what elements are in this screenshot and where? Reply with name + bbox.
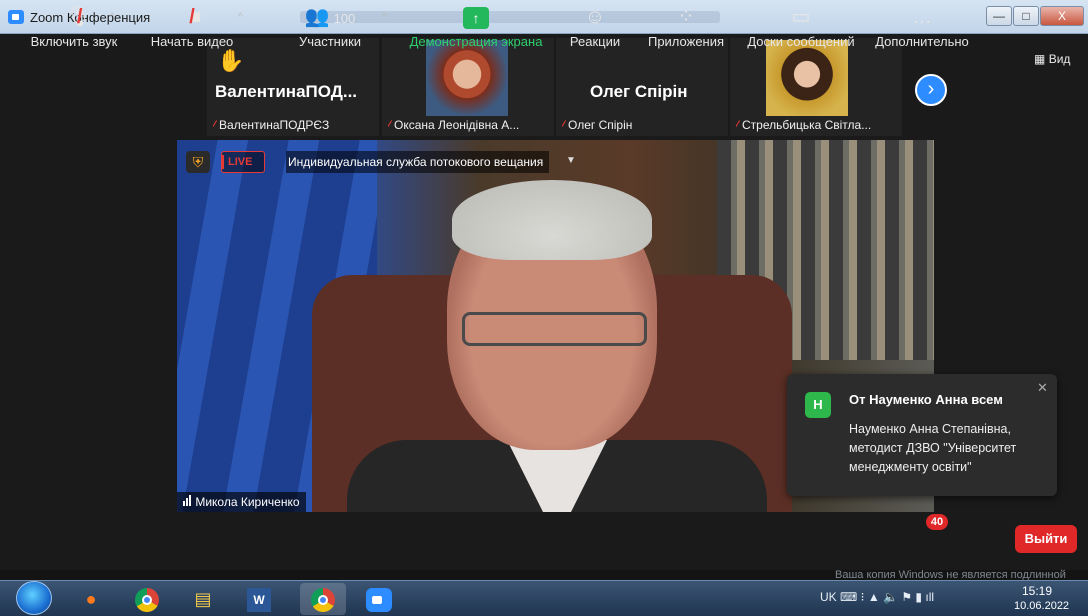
more-dots-icon: … xyxy=(912,6,932,28)
share-screen-label: Демонстрация экрана xyxy=(409,34,543,49)
participants-count: 100 xyxy=(333,11,356,26)
chat-notification[interactable]: H От Науменко Анна всем ✕ Науменко Анна … xyxy=(787,374,1057,496)
notification-badge: 40 xyxy=(926,514,948,530)
chrome-icon[interactable] xyxy=(124,583,170,615)
flag-icon[interactable]: ⚑ xyxy=(901,590,915,604)
firefox-icon[interactable]: ● xyxy=(68,583,114,615)
mic-muted-icon: 🎙/ xyxy=(65,6,91,28)
file-explorer-icon[interactable]: ▤ xyxy=(180,583,226,615)
system-tray[interactable]: UK ⌨ ⁝ ▲ 🔈 ⚑ ▮ ıll xyxy=(820,590,934,604)
video-off-icon: ■/ xyxy=(189,6,202,28)
participant-video xyxy=(766,40,848,116)
participants-options-chevron-icon[interactable]: ^ xyxy=(382,12,387,23)
more-button[interactable]: … Дополнительно xyxy=(872,4,972,49)
speaker-hair xyxy=(452,180,652,260)
chevron-down-icon[interactable]: ▼ xyxy=(566,155,576,166)
more-label: Дополнительно xyxy=(875,34,969,49)
participant-name-bar: ⁄ Оксана Леонідівна А... xyxy=(388,118,550,132)
apps-button[interactable]: ⁘ Приложения xyxy=(644,4,728,49)
chat-notification-header: От Науменко Анна всем xyxy=(849,392,1003,407)
participant-display-name: Олег Спірін xyxy=(590,82,688,101)
network-icon[interactable]: ▮ ıll xyxy=(915,590,934,604)
streaming-service-label[interactable]: Индивидуальная служба потокового вещания xyxy=(286,151,550,173)
zoom-app-icon xyxy=(8,10,24,24)
participant-label: Олег Спірін xyxy=(568,118,633,132)
participant-label: Оксана Леонідівна А... xyxy=(394,118,520,132)
participant-thumbnail-3[interactable]: Олег Спірін ⁄ Олег Спірін xyxy=(556,38,728,136)
speaker-name: Микола Кириченко xyxy=(195,495,300,509)
raised-hand-icon: ✋ xyxy=(217,48,245,73)
speaker-glasses xyxy=(462,312,647,346)
video-options-chevron-icon[interactable]: ^ xyxy=(238,12,243,23)
maximize-button[interactable]: □ xyxy=(1013,6,1039,26)
audio-options-chevron-icon[interactable]: ^ xyxy=(110,12,115,23)
start-video-label: Начать видео xyxy=(150,34,234,49)
participants-button[interactable]: 👥 100 Участники xyxy=(298,4,362,49)
volume-icon[interactable]: 🔈 xyxy=(883,590,898,604)
apps-label: Приложения xyxy=(647,34,725,49)
clock-time[interactable]: 15:19 xyxy=(1022,584,1052,598)
start-button[interactable] xyxy=(16,581,52,615)
zoom-taskbar-icon[interactable] xyxy=(356,583,402,615)
view-button-label: Вид xyxy=(1048,52,1071,66)
share-screen-button[interactable]: ↑ Демонстрация экрана xyxy=(406,4,546,49)
close-window-button[interactable]: X xyxy=(1040,6,1084,26)
keyboard-icon: ⌨ ⁝ ▲ xyxy=(840,590,884,604)
reactions-label: Реакции xyxy=(569,34,621,49)
participants-label: Участники xyxy=(298,34,362,49)
participant-thumbnail-1[interactable]: ✋ ВалентинаПОД... ⁄ ВалентинаПОДРЄЗ xyxy=(207,38,379,136)
mic-muted-icon: ⁄ xyxy=(213,118,216,132)
share-screen-icon: ↑ xyxy=(406,4,546,30)
shield-icon[interactable]: ⛨ xyxy=(186,151,210,173)
word-icon[interactable]: W xyxy=(236,583,282,615)
language-indicator[interactable]: UK xyxy=(820,590,837,604)
mic-muted-icon: ⁄ xyxy=(736,118,739,132)
whiteboards-button[interactable]: ▭ Доски сообщений xyxy=(742,4,860,49)
live-badge[interactable]: LIVE xyxy=(221,151,265,173)
next-page-chevron-icon[interactable]: › xyxy=(915,74,947,106)
speaker-name-tag: Микола Кириченко xyxy=(177,492,306,512)
participant-name-bar: ⁄ Олег Спірін xyxy=(562,118,724,132)
start-video-button[interactable]: ■/ Начать видео xyxy=(150,4,234,49)
participant-label: ВалентинаПОДРЄЗ xyxy=(219,118,330,132)
mic-muted-icon: ⁄ xyxy=(388,118,391,132)
close-icon[interactable]: ✕ xyxy=(1037,380,1048,396)
apps-icon: ⁘ xyxy=(677,6,695,28)
signal-strength-icon xyxy=(183,495,192,509)
mic-muted-icon: ⁄ xyxy=(562,118,565,132)
chat-message-text: Науменко Анна Степанівна, методист ДЗВО … xyxy=(849,422,1017,474)
grid-icon: ▦ xyxy=(1034,52,1046,66)
view-button[interactable]: ▦ Вид xyxy=(1034,52,1070,66)
unmute-label: Включить звук xyxy=(30,34,118,49)
participant-name-bar: ⁄ Стрельбицька Світла... xyxy=(736,118,898,132)
meeting-toolbar xyxy=(0,512,1088,570)
reactions-button[interactable]: ☺ Реакции xyxy=(566,4,624,49)
participants-icon: 👥 100 xyxy=(304,6,356,28)
minimize-button[interactable]: — xyxy=(986,6,1012,26)
whiteboards-label: Доски сообщений xyxy=(747,34,855,49)
unmute-button[interactable]: 🎙/ Включить звук xyxy=(26,4,122,49)
reactions-icon: ☺ xyxy=(584,6,606,28)
participant-name-bar: ⁄ ВалентинаПОДРЄЗ xyxy=(213,118,375,132)
leave-meeting-button[interactable]: Выйти xyxy=(1015,525,1077,553)
participant-thumbnail-2[interactable]: ⁄ Оксана Леонідівна А... xyxy=(382,38,554,136)
chrome-active-icon[interactable] xyxy=(300,583,346,615)
clock-date[interactable]: 10.06.2022 xyxy=(1014,600,1069,612)
whiteboard-icon: ▭ xyxy=(791,6,811,28)
sender-avatar: H xyxy=(805,392,831,418)
participant-video xyxy=(426,40,508,116)
participant-label: Стрельбицька Світла... xyxy=(742,118,872,132)
participant-thumbnail-4[interactable]: ⁄ Стрельбицька Світла... xyxy=(730,38,902,136)
participant-display-name: ВалентинаПОД... xyxy=(215,82,358,101)
